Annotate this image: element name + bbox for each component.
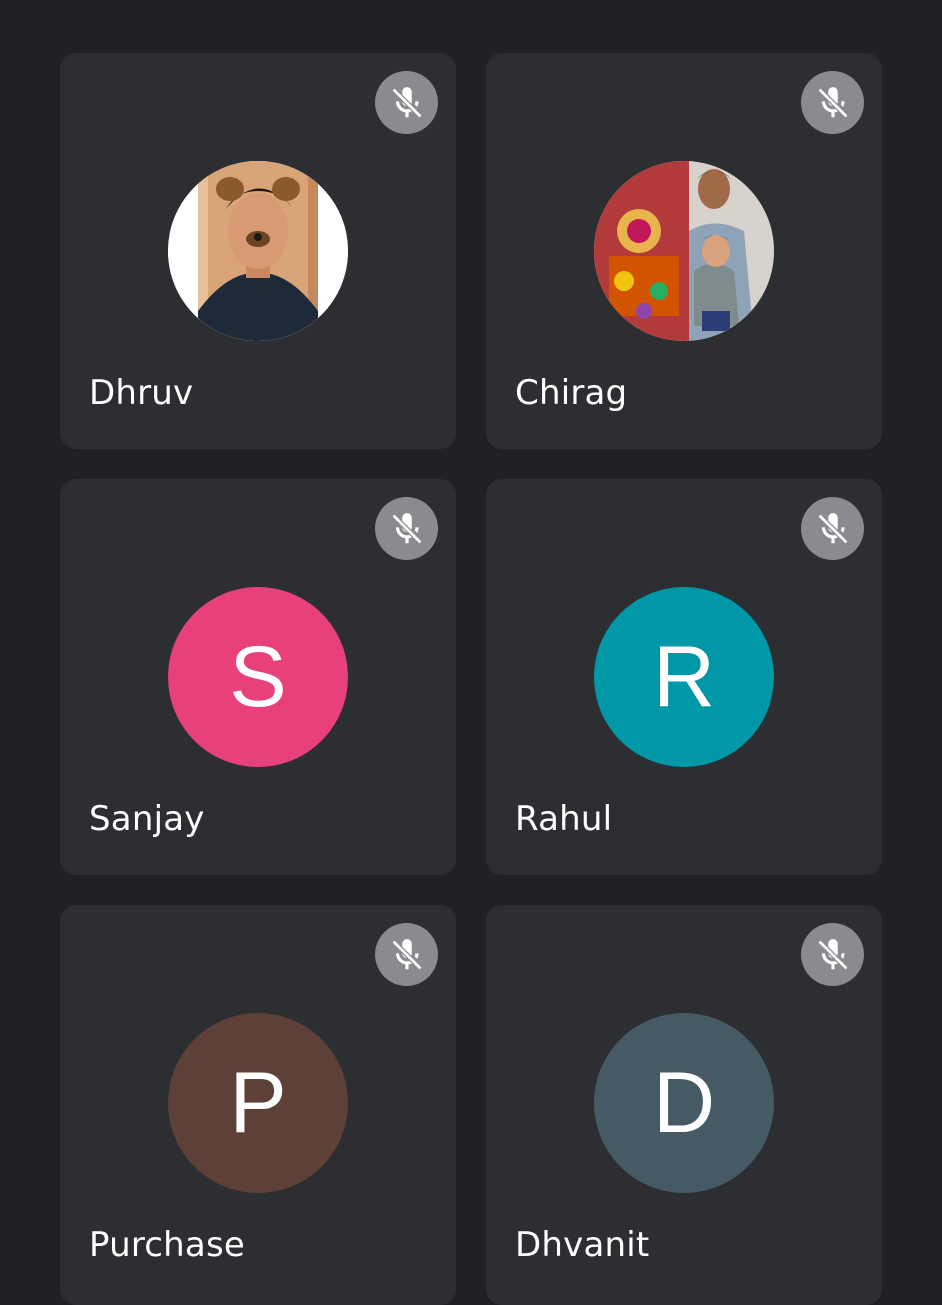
avatar-photo [168,161,348,341]
mic-off-icon [375,497,438,560]
participant-name: Dhvanit [515,1225,650,1265]
participant-name: Sanjay [89,799,205,839]
mic-off-icon [375,923,438,986]
profile-photo-icon [168,161,348,341]
participant-tile-rahul[interactable]: R Rahul [486,479,882,875]
participant-tile-sanjay[interactable]: S Sanjay [60,479,456,875]
participant-name: Purchase [89,1225,245,1265]
profile-photo-icon [594,161,774,341]
avatar-initial: R [594,587,774,767]
avatar-initial: P [168,1013,348,1193]
avatar-photo [594,161,774,341]
avatar-initial-letter: R [652,629,716,725]
avatar-initial: S [168,587,348,767]
avatar-initial-letter: P [229,1055,287,1151]
mic-off-icon [801,923,864,986]
participant-grid: Dhruv Chirag S Sanjay R Rahul P Purchase… [0,0,942,1305]
participant-name: Rahul [515,799,613,839]
participant-tile-chirag[interactable]: Chirag [486,53,882,449]
avatar-initial-letter: S [229,629,287,725]
participant-tile-dhruv[interactable]: Dhruv [60,53,456,449]
participant-tile-purchase[interactable]: P Purchase [60,905,456,1305]
avatar-initial-letter: D [652,1055,716,1151]
mic-off-icon [375,71,438,134]
mic-off-icon [801,71,864,134]
participant-tile-dhvanit[interactable]: D Dhvanit [486,905,882,1305]
avatar-initial: D [594,1013,774,1193]
mic-off-icon [801,497,864,560]
participant-name: Dhruv [89,373,194,413]
participant-name: Chirag [515,373,628,413]
